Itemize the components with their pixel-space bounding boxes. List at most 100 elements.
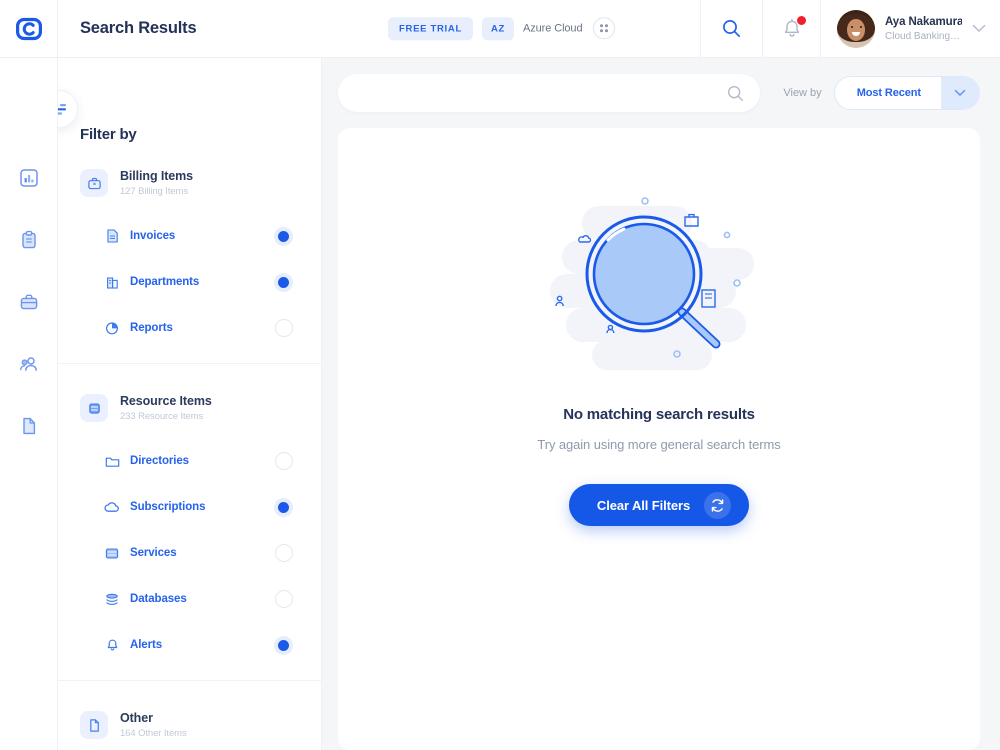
rail-item-analytics[interactable] bbox=[17, 166, 41, 190]
user-subtitle: Cloud Banking Acc... bbox=[885, 30, 962, 42]
cloud-icon bbox=[104, 499, 120, 515]
c-logo-mark-icon bbox=[15, 17, 42, 40]
filter-group-subtitle: 164 Other Items bbox=[120, 728, 187, 739]
filter-group-other: Other 164 Other Items bbox=[58, 680, 321, 739]
chevron-down-icon[interactable] bbox=[941, 77, 979, 109]
clipboard-icon bbox=[21, 230, 36, 249]
cloud-label: Azure Cloud bbox=[523, 22, 583, 35]
search-icon bbox=[723, 20, 741, 38]
database-icon bbox=[80, 394, 108, 422]
db-stack-icon bbox=[104, 591, 120, 607]
filter-item-label: Invoices bbox=[130, 230, 176, 242]
badge-free-trial[interactable]: FREE TRIAL bbox=[388, 16, 473, 41]
search-bar[interactable] bbox=[338, 74, 760, 112]
clear-all-filters-label: Clear All Filters bbox=[596, 497, 691, 513]
filter-toggle-on[interactable] bbox=[274, 635, 293, 655]
top-bar: Search Results FREE TRIAL AZ Azure Cloud bbox=[0, 0, 1000, 58]
building-icon bbox=[104, 274, 120, 290]
filter-item-reports[interactable]: Reports bbox=[80, 315, 299, 341]
header-search-button[interactable] bbox=[700, 0, 762, 57]
grid-dot bbox=[605, 29, 609, 33]
filter-toggle-off[interactable] bbox=[275, 590, 293, 608]
filter-item-label: Departments bbox=[130, 276, 200, 288]
invoice-file-icon bbox=[104, 228, 120, 244]
folder-icon bbox=[104, 453, 120, 469]
filter-group-subtitle: 127 Billing Items bbox=[120, 186, 189, 197]
main-toolbar: View by Most Recent bbox=[338, 74, 980, 112]
billing-briefcase-icon bbox=[80, 169, 108, 197]
filter-group-title: Resource Items bbox=[120, 394, 212, 408]
brand-logo[interactable] bbox=[0, 0, 58, 57]
grid-dot bbox=[600, 24, 604, 28]
search-icon bbox=[727, 85, 744, 101]
filter-group-billing-items: Billing Items 127 Billing Items Invoices… bbox=[58, 169, 321, 341]
rail-item-users[interactable] bbox=[17, 352, 41, 376]
filter-item-alerts[interactable]: Alerts bbox=[80, 632, 299, 658]
filter-sliders-icon bbox=[58, 104, 66, 115]
server-icon bbox=[104, 545, 120, 561]
filter-group-title: Billing Items bbox=[120, 169, 194, 183]
filter-toggle-off[interactable] bbox=[275, 544, 293, 562]
document-icon bbox=[22, 417, 35, 435]
main-content: View by Most Recent No matching search r… bbox=[322, 58, 1000, 750]
briefcase-icon bbox=[20, 294, 37, 310]
notifications-button[interactable] bbox=[762, 0, 820, 57]
badge-region[interactable]: AZ bbox=[481, 16, 515, 41]
filter-item-label: Alerts bbox=[130, 639, 162, 651]
filter-item-label: Directories bbox=[130, 455, 189, 467]
user-menu[interactable]: Aya Nakamura Cloud Banking Acc... bbox=[820, 0, 1000, 57]
filter-item-label: Services bbox=[130, 547, 177, 559]
grid-dot bbox=[600, 29, 604, 33]
page-title: Search Results bbox=[80, 19, 197, 37]
title-area: Search Results FREE TRIAL AZ Azure Cloud bbox=[58, 0, 700, 57]
avatar bbox=[837, 9, 875, 48]
empty-state-title: No matching search results bbox=[563, 406, 755, 423]
search-input[interactable] bbox=[356, 86, 727, 100]
rail-item-briefcase[interactable] bbox=[17, 290, 41, 314]
header-badges: FREE TRIAL AZ Azure Cloud bbox=[388, 16, 616, 41]
filter-group-subtitle: 233 Resource Items bbox=[120, 411, 204, 422]
filter-group-header[interactable]: Other 164 Other Items bbox=[80, 711, 299, 739]
filter-item-label: Databases bbox=[130, 593, 187, 605]
bell-icon bbox=[104, 637, 120, 653]
filter-item-subscriptions[interactable]: Subscriptions bbox=[80, 494, 299, 520]
body: Filter by Billing Items 127 Billing Item… bbox=[0, 58, 1000, 750]
filter-item-databases[interactable]: Databases bbox=[80, 586, 299, 612]
filter-group-resource-items: Resource Items 233 Resource Items Direct… bbox=[58, 363, 321, 658]
empty-state-subtitle: Try again using more general search term… bbox=[537, 437, 781, 452]
view-by-label: View by bbox=[783, 87, 822, 99]
grid-dots-icon[interactable] bbox=[593, 17, 616, 40]
filter-toggle-on[interactable] bbox=[274, 272, 293, 292]
view-by-value: Most Recent bbox=[856, 87, 921, 99]
filter-toggle-on[interactable] bbox=[274, 226, 293, 246]
chevron-down-icon bbox=[972, 24, 986, 32]
filter-panel: Filter by Billing Items 127 Billing Item… bbox=[58, 58, 322, 750]
grid-dot bbox=[605, 24, 609, 28]
filter-group-header[interactable]: Billing Items 127 Billing Items bbox=[80, 169, 299, 197]
filter-toggle-on[interactable] bbox=[274, 497, 293, 517]
notification-badge bbox=[795, 14, 807, 26]
analytics-chart-icon bbox=[19, 169, 38, 187]
filter-heading: Filter by bbox=[80, 126, 137, 143]
filter-item-invoices[interactable]: Invoices bbox=[80, 223, 299, 249]
rail-item-clipboard[interactable] bbox=[17, 228, 41, 252]
filter-group-header[interactable]: Resource Items 233 Resource Items bbox=[80, 394, 299, 422]
filter-toggle-off[interactable] bbox=[275, 452, 293, 470]
pie-chart-icon bbox=[104, 320, 120, 336]
refresh-sync-icon bbox=[704, 491, 732, 519]
filter-item-departments[interactable]: Departments bbox=[80, 269, 299, 295]
filter-item-directories[interactable]: Directories bbox=[80, 448, 299, 474]
filter-item-label: Subscriptions bbox=[130, 501, 206, 513]
filter-item-services[interactable]: Services bbox=[80, 540, 299, 566]
icon-rail bbox=[0, 58, 58, 750]
filter-toggle-off[interactable] bbox=[275, 319, 293, 337]
clear-all-filters-button[interactable]: Clear All Filters bbox=[568, 484, 750, 526]
view-by-dropdown[interactable]: Most Recent bbox=[833, 76, 980, 110]
results-card: No matching search results Try again usi… bbox=[338, 128, 980, 750]
magnifying-glass-illustration bbox=[550, 197, 754, 370]
user-name: Aya Nakamura bbox=[885, 15, 962, 28]
app-root: Search Results FREE TRIAL AZ Azure Cloud bbox=[0, 0, 1000, 750]
document-icon bbox=[80, 711, 108, 739]
rail-item-documents[interactable] bbox=[17, 414, 41, 438]
view-by-control: View by Most Recent bbox=[783, 76, 980, 110]
